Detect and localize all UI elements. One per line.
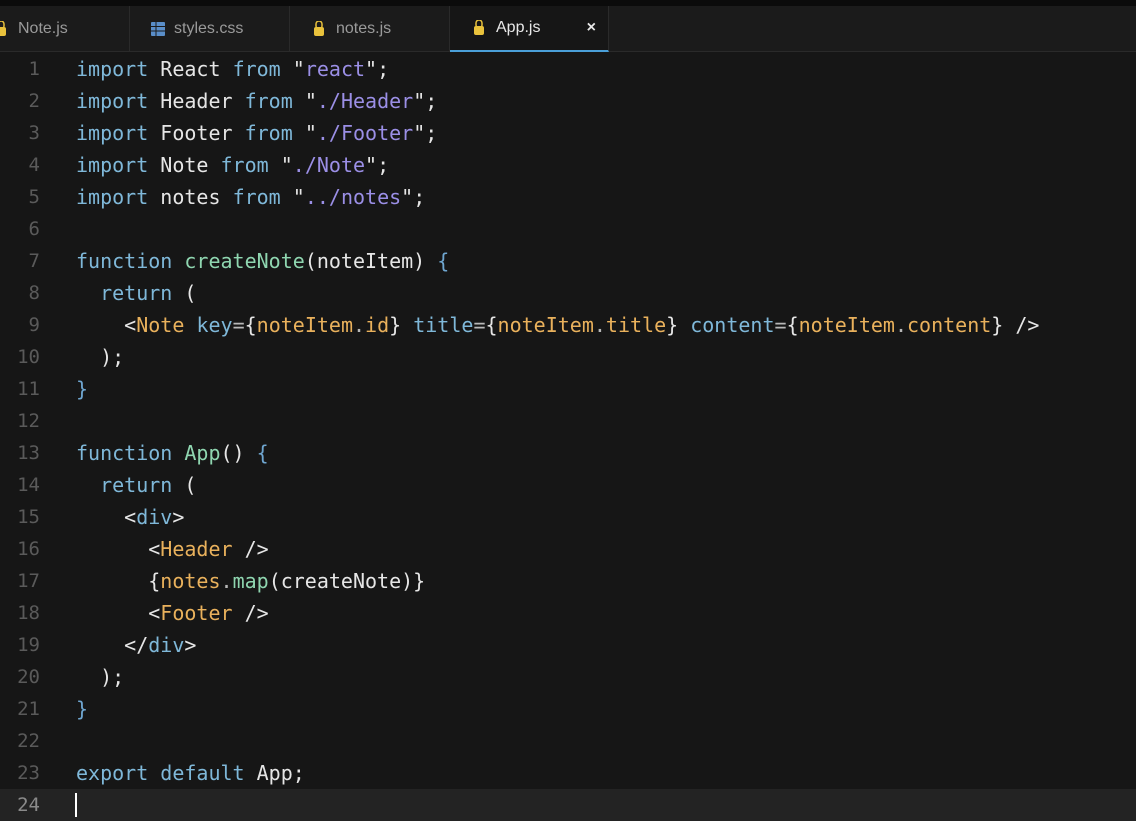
code-text: export default App; [76, 761, 305, 785]
line-number: 16 [17, 538, 40, 560]
line-number: 18 [17, 602, 40, 624]
code-text: </div> [124, 633, 197, 657]
code-line: 9 <Note key={noteItem.id} title={noteIte… [0, 309, 1136, 341]
code-line: 3 import Footer from "./Footer"; [0, 117, 1136, 149]
code-text: } [76, 377, 89, 401]
line-number: 23 [17, 762, 40, 784]
code-line: 11 } [0, 373, 1136, 405]
code-text: import React from "react"; [76, 57, 390, 81]
code-text: <Header /> [148, 537, 269, 561]
editor-tab-bar: Note.js styles.css notes.js App.js × [0, 0, 1136, 52]
line-number: 1 [28, 58, 40, 80]
code-line: 12 [0, 405, 1136, 437]
current-line: 24 [0, 789, 1136, 821]
line-number: 21 [17, 698, 40, 720]
js-file-icon [312, 20, 328, 38]
code-line: 22 [0, 725, 1136, 757]
line-number: 12 [17, 410, 40, 432]
line-number: 17 [17, 570, 40, 592]
code-line: 15 <div> [0, 501, 1136, 533]
tab-label: styles.css [174, 20, 244, 37]
tab-label: App.js [496, 19, 541, 36]
code-text: <Footer /> [148, 601, 269, 625]
js-file-icon [0, 20, 10, 38]
code-line: 20 ); [0, 661, 1136, 693]
code-line: 23 export default App; [0, 757, 1136, 789]
code-text: <Note key={noteItem.id} title={noteItem.… [124, 313, 1040, 337]
line-number: 20 [17, 666, 40, 688]
line-number: 14 [17, 474, 40, 496]
line-number: 19 [17, 634, 40, 656]
code-text: ); [100, 345, 125, 369]
code-line: 21 } [0, 693, 1136, 725]
code-line: 18 <Footer /> [0, 597, 1136, 629]
line-number: 24 [17, 794, 40, 816]
code-text: return ( [100, 281, 197, 305]
code-text: function App() { [76, 441, 269, 465]
js-file-icon [472, 19, 488, 37]
code-text: import notes from "../notes"; [76, 185, 426, 209]
close-icon[interactable]: × [587, 19, 596, 37]
code-line: 13 function App() { [0, 437, 1136, 469]
code-line: 1 import React from "react"; [0, 53, 1136, 85]
code-text: import Header from "./Header"; [76, 89, 438, 113]
code-text: import Footer from "./Footer"; [76, 121, 438, 145]
tab-label: notes.js [336, 20, 392, 37]
tab-styles-css[interactable]: styles.css [130, 6, 290, 52]
line-number: 6 [28, 218, 40, 240]
line-number: 7 [28, 250, 40, 272]
code-text: import Note from "./Note"; [76, 153, 390, 177]
code-line: 8 return ( [0, 277, 1136, 309]
code-text: return ( [100, 473, 197, 497]
code-line: 4 import Note from "./Note"; [0, 149, 1136, 181]
code-line: 5 import notes from "../notes"; [0, 181, 1136, 213]
code-line: 17 {notes.map(createNote)} [0, 565, 1136, 597]
line-number: 3 [28, 122, 40, 144]
line-number: 22 [17, 730, 40, 752]
code-text: <div> [124, 505, 185, 529]
code-text: ); [100, 665, 125, 689]
line-number: 10 [17, 346, 40, 368]
css-file-icon [150, 20, 166, 38]
text-cursor [75, 793, 77, 817]
code-line: 16 <Header /> [0, 533, 1136, 565]
code-line: 7 function createNote(noteItem) { [0, 245, 1136, 277]
code-line: 6 [0, 213, 1136, 245]
code-text: function createNote(noteItem) { [76, 249, 450, 273]
line-number: 13 [17, 442, 40, 464]
code-line: 2 import Header from "./Header"; [0, 85, 1136, 117]
tab-note-js[interactable]: Note.js [0, 6, 130, 52]
code-line: 10 ); [0, 341, 1136, 373]
line-number: 8 [28, 282, 40, 304]
line-number: 2 [28, 90, 40, 112]
tab-notes-js[interactable]: notes.js [290, 6, 450, 52]
code-text: {notes.map(createNote)} [148, 569, 426, 593]
tab-app-js[interactable]: App.js × [450, 6, 609, 52]
line-number: 11 [17, 378, 40, 400]
line-number: 9 [28, 314, 40, 336]
code-line: 14 return ( [0, 469, 1136, 501]
line-number: 5 [28, 186, 40, 208]
code-line: 19 </div> [0, 629, 1136, 661]
code-text: } [76, 697, 89, 721]
code-editor[interactable]: 1 import React from "react"; 2 import He… [0, 52, 1136, 821]
tab-label: Note.js [18, 20, 68, 37]
line-number: 15 [17, 506, 40, 528]
line-number: 4 [28, 154, 40, 176]
